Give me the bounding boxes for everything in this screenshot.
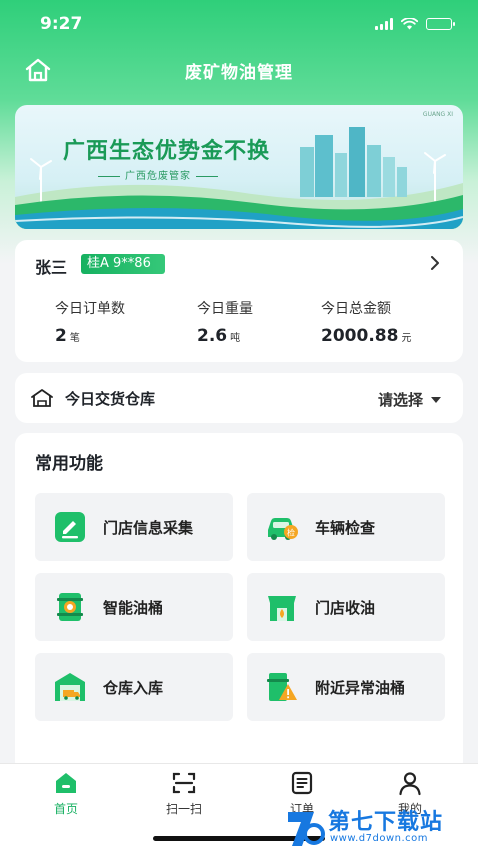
tab-home[interactable]: 首页 bbox=[26, 770, 106, 817]
warehouse-label: 今日交货仓库 bbox=[65, 390, 156, 408]
abnormal-barrel-icon bbox=[267, 673, 297, 701]
status-icons bbox=[375, 18, 455, 30]
warehouse-icon bbox=[31, 389, 53, 407]
warehouse-dropdown[interactable]: 请选择 bbox=[378, 389, 441, 410]
watermark-url: www.d7down.com bbox=[330, 833, 429, 844]
status-bar: 9:27 bbox=[0, 0, 478, 48]
function-store-info-collection[interactable]: 门店信息采集 bbox=[35, 493, 233, 561]
function-nearby-abnormal-barrels[interactable]: 附近异常油桶 bbox=[247, 653, 445, 721]
function-label: 门店信息采集 bbox=[103, 518, 194, 537]
warehouse-truck-icon bbox=[55, 673, 85, 701]
function-label: 车辆检查 bbox=[315, 518, 376, 537]
watermark: 第七下载站 www.d7down.com bbox=[276, 800, 476, 850]
function-label: 智能油桶 bbox=[103, 598, 164, 617]
tab-label: 首页 bbox=[53, 802, 78, 816]
promo-banner[interactable]: GUANG XI 广西生态优势金不换 广西危废管家 bbox=[15, 105, 463, 229]
stat-label: 今日订单数 bbox=[55, 301, 125, 317]
user-name: 张三 bbox=[35, 258, 68, 277]
home-icon bbox=[56, 773, 76, 793]
chevron-right-icon[interactable] bbox=[429, 256, 441, 270]
stat-unit: 元 bbox=[401, 333, 412, 344]
scan-icon bbox=[172, 772, 196, 794]
banner-subline: 广西危废管家 bbox=[93, 167, 223, 182]
tab-scan[interactable]: 扫一扫 bbox=[144, 770, 224, 817]
watermark-title: 第七下载站 bbox=[328, 810, 444, 835]
stat-amount: 今日总金额 2000.88 元 bbox=[321, 298, 411, 346]
banner-region-text: GUANG XI bbox=[422, 111, 453, 118]
stat-value: 2.6 bbox=[197, 326, 228, 346]
stat-orders: 今日订单数 2笔 bbox=[55, 298, 125, 346]
function-label: 附近异常油桶 bbox=[315, 678, 406, 697]
order-icon bbox=[291, 771, 313, 795]
stat-unit: 笔 bbox=[69, 333, 80, 344]
section-title: 常用功能 bbox=[35, 454, 103, 474]
wifi-icon bbox=[401, 18, 418, 30]
function-label: 仓库入库 bbox=[103, 678, 164, 697]
function-warehouse-inbound[interactable]: 仓库入库 bbox=[35, 653, 233, 721]
warehouse-dropdown-value: 请选择 bbox=[377, 391, 423, 409]
store-collect-icon bbox=[268, 596, 296, 621]
status-time: 9:27 bbox=[40, 14, 83, 34]
smart-barrel-icon bbox=[57, 593, 83, 621]
nav-bar: 废矿物油管理 bbox=[0, 48, 478, 92]
user-icon bbox=[399, 772, 421, 796]
stat-weight: 今日重量 2.6 吨 bbox=[197, 298, 253, 346]
edit-form-icon bbox=[55, 512, 85, 542]
stat-label: 今日重量 bbox=[197, 301, 253, 317]
common-functions-card: 常用功能 门店信息采集 检 车辆检查 智能油桶 门店收油 仓库入库 附近异常油桶 bbox=[15, 433, 463, 773]
stat-value: 2000.88 bbox=[321, 326, 399, 346]
page-title: 废矿物油管理 bbox=[185, 62, 293, 83]
user-summary-card: 张三 桂A 9**86 今日订单数 2笔 今日重量 2.6 吨 今日总金额 200… bbox=[15, 240, 463, 362]
banner-cityscape-illustration bbox=[15, 127, 463, 229]
caret-down-icon bbox=[431, 396, 441, 403]
car-inspection-icon: 检 bbox=[268, 518, 298, 540]
svg-text:检: 检 bbox=[287, 528, 295, 538]
function-store-oil-collection[interactable]: 门店收油 bbox=[247, 573, 445, 641]
tab-label: 扫一扫 bbox=[165, 802, 202, 816]
warehouse-selector-card[interactable]: 今日交货仓库 请选择 bbox=[15, 373, 463, 423]
cellular-signal-icon bbox=[375, 18, 393, 30]
watermark-logo-icon bbox=[288, 812, 325, 846]
license-plate-badge: 桂A 9**86 bbox=[81, 254, 165, 274]
stat-unit: 吨 bbox=[230, 333, 241, 344]
function-smart-barrel[interactable]: 智能油桶 bbox=[35, 573, 233, 641]
function-label: 门店收油 bbox=[315, 598, 376, 617]
stat-value: 2 bbox=[55, 326, 67, 346]
battery-icon bbox=[426, 18, 455, 30]
banner-headline: 广西生态优势金不换 bbox=[63, 139, 271, 164]
function-vehicle-inspection[interactable]: 检 车辆检查 bbox=[247, 493, 445, 561]
home-nav-icon[interactable] bbox=[24, 57, 52, 83]
stat-label: 今日总金额 bbox=[321, 301, 391, 317]
